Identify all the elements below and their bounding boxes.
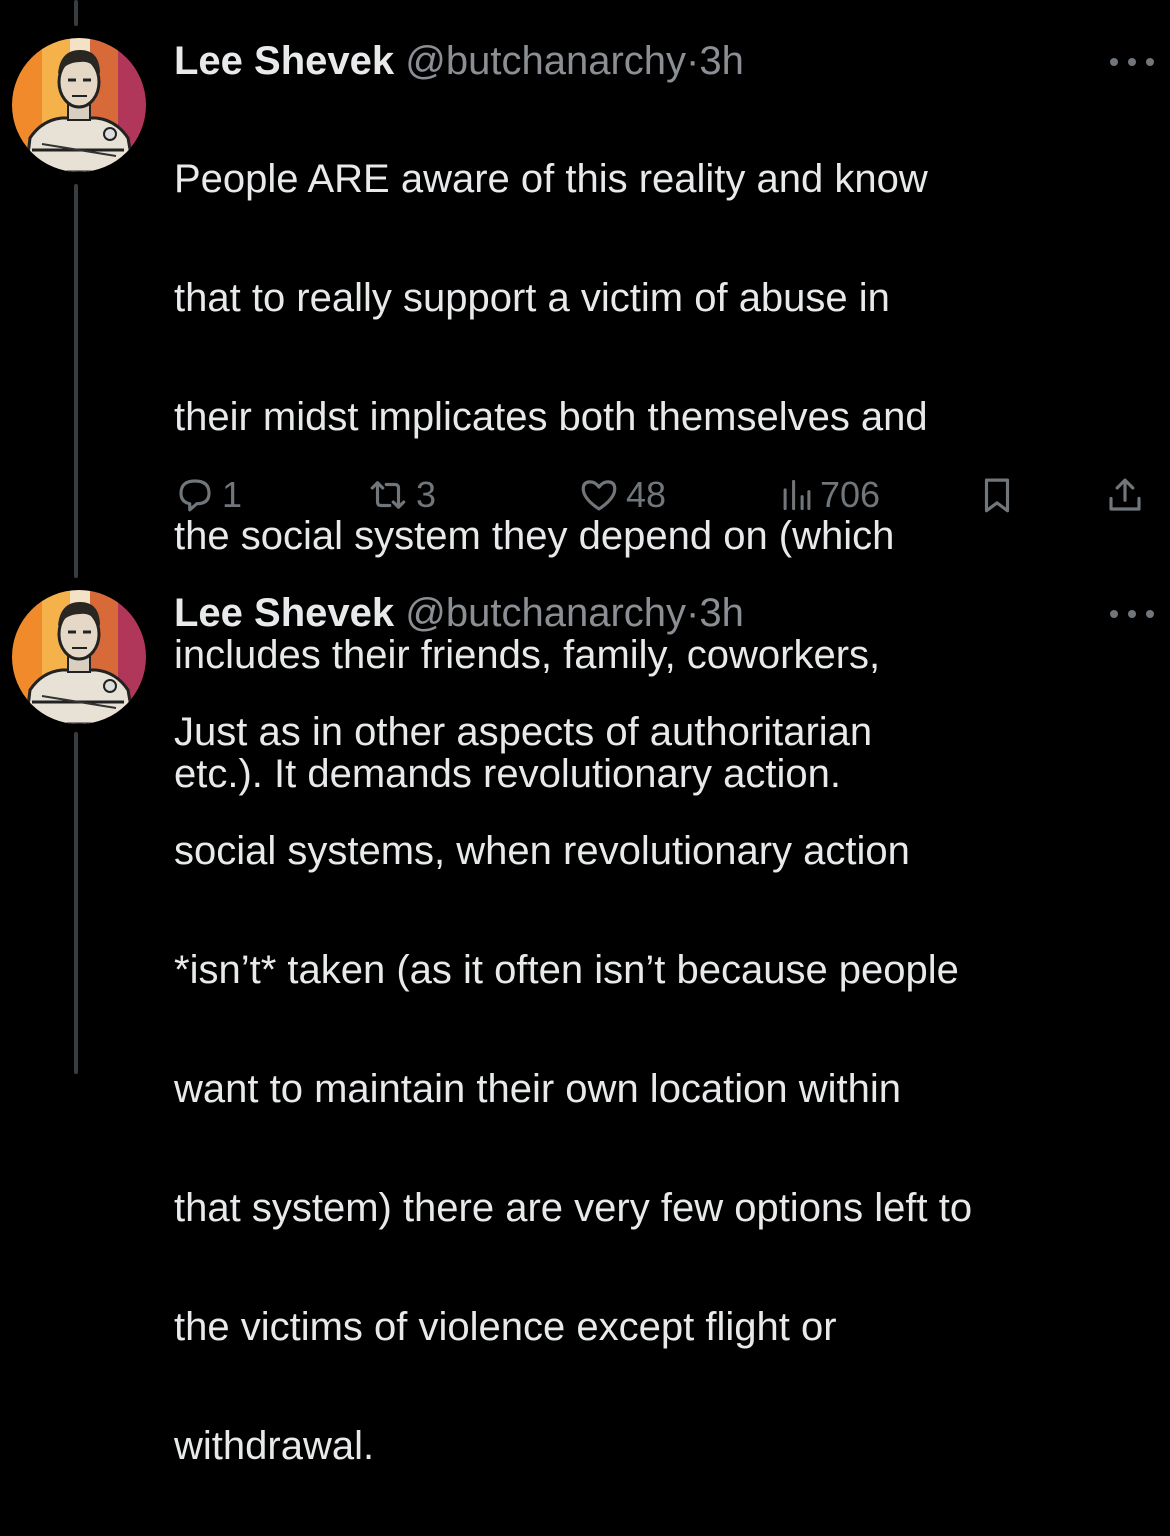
tweet-text-line: People ARE aware of this reality and kno…	[174, 156, 928, 201]
bookmark-button[interactable]	[976, 470, 1018, 520]
more-dots-icon	[1110, 610, 1118, 618]
more-dots-icon	[1110, 58, 1118, 66]
tweet-text-line: want to maintain their own location with…	[174, 1066, 902, 1111]
more-dots-icon	[1128, 58, 1136, 66]
timestamp[interactable]: 3h	[699, 591, 744, 635]
more-dots-icon	[1146, 58, 1154, 66]
tweet-text-line: that system) there are very few options …	[174, 1185, 973, 1230]
views-chart-icon	[783, 479, 811, 511]
repost-button[interactable]: 3	[366, 470, 436, 520]
reply-count: 1	[222, 474, 243, 515]
more-dots-icon	[1128, 610, 1136, 618]
avatar[interactable]	[12, 38, 146, 172]
tweet-header: Lee Shevek @butchanarchy·3h	[174, 589, 744, 637]
repost-count: 3	[416, 474, 437, 515]
tweet-text-line: withdrawal.	[174, 1423, 375, 1468]
tweet-text: Just as in other aspects of authoritaria…	[174, 643, 1134, 1536]
thread-line-top	[74, 0, 78, 26]
user-handle[interactable]: @butchanarchy	[405, 39, 686, 83]
tweet-text-line: their midst implicates both themselves a…	[174, 394, 928, 439]
separator-dot: ·	[686, 39, 700, 83]
user-handle[interactable]: @butchanarchy	[405, 591, 686, 635]
thread-line-bottom	[74, 732, 78, 1074]
views-button[interactable]: 706	[780, 470, 880, 520]
repost-icon	[370, 481, 406, 509]
separator-dot: ·	[686, 591, 700, 635]
share-icon	[1109, 478, 1141, 511]
like-count: 48	[626, 474, 667, 515]
display-name[interactable]: Lee Shevek	[174, 591, 394, 635]
avatar-image	[12, 38, 146, 172]
tweet-text-line: social systems, when revolutionary actio…	[174, 828, 910, 873]
reply-button[interactable]: 1	[174, 470, 242, 520]
reply-icon	[179, 479, 211, 512]
tweet-header: Lee Shevek @butchanarchy·3h	[174, 37, 744, 85]
avatar-image	[12, 590, 146, 724]
tweet-text-line: Just as in other aspects of authoritaria…	[174, 709, 873, 754]
heart-icon	[581, 480, 617, 511]
like-button[interactable]: 48	[578, 470, 666, 520]
more-options-button[interactable]	[1110, 52, 1154, 72]
tweet-text-line: the victims of violence except flight or	[174, 1304, 837, 1349]
tweet-actions: 1 3 48 706	[174, 470, 1170, 520]
more-options-button[interactable]	[1110, 604, 1154, 624]
tweet-text-line: *isn’t* taken (as it often isn’t because…	[174, 947, 959, 992]
more-dots-icon	[1146, 610, 1154, 618]
bookmark-icon	[984, 478, 1010, 513]
views-count: 706	[820, 474, 881, 515]
share-button[interactable]	[1104, 470, 1146, 520]
timestamp[interactable]: 3h	[699, 39, 744, 83]
tweet-text-line: that to really support a victim of abuse…	[174, 275, 890, 320]
avatar[interactable]	[12, 590, 146, 724]
display-name[interactable]: Lee Shevek	[174, 39, 394, 83]
thread-line-middle	[74, 184, 78, 578]
